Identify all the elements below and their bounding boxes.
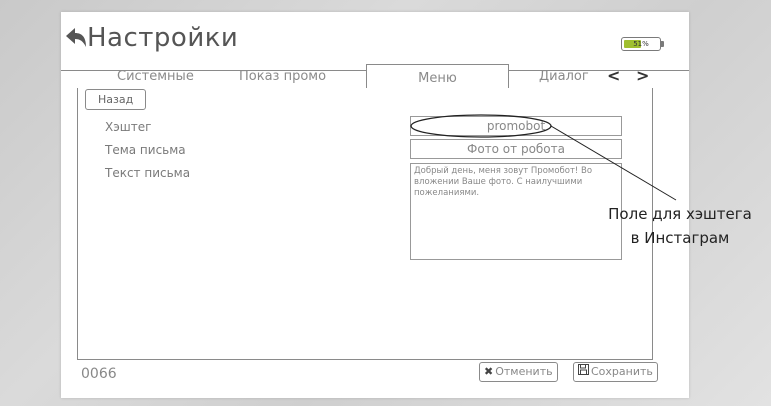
body-label: Текст письма bbox=[105, 166, 191, 180]
save-label: Сохранить bbox=[591, 365, 653, 378]
callout-line-1: Поле для хэштега bbox=[608, 205, 752, 223]
chevron-right-icon[interactable]: > bbox=[636, 68, 649, 84]
tab-menu[interactable]: Меню bbox=[366, 64, 509, 90]
save-icon bbox=[578, 363, 589, 381]
back-arrow-icon[interactable] bbox=[64, 27, 88, 49]
battery-tip bbox=[661, 41, 664, 47]
back-button[interactable]: Назад bbox=[85, 89, 147, 110]
chevron-left-icon[interactable]: < bbox=[607, 68, 620, 84]
battery-indicator: 51% bbox=[621, 37, 664, 51]
save-button[interactable]: Сохранить bbox=[573, 362, 658, 382]
subject-input[interactable]: Фото от робота bbox=[410, 139, 622, 159]
tab-menu-label: Меню bbox=[418, 71, 457, 86]
tab-dialog[interactable]: Диалог bbox=[539, 69, 589, 84]
hashtag-input[interactable]: promobot bbox=[410, 116, 622, 136]
callout-annotation: Поле для хэштега в Инстаграм bbox=[590, 202, 770, 250]
battery-percent: 51% bbox=[633, 40, 649, 48]
hashtag-label: Хэштег bbox=[105, 120, 152, 134]
page-title: Настройки bbox=[87, 23, 239, 53]
cancel-label: Отменить bbox=[495, 365, 553, 378]
tab-promo[interactable]: Показ промо bbox=[239, 69, 326, 84]
cancel-button[interactable]: ✖ Отменить bbox=[479, 362, 558, 382]
footer-code: 0066 bbox=[81, 366, 117, 382]
close-icon: ✖ bbox=[484, 365, 494, 378]
subject-label: Тема письма bbox=[105, 143, 186, 157]
tab-system[interactable]: Системные bbox=[117, 69, 194, 84]
callout-line-2: в Инстаграм bbox=[630, 229, 730, 247]
